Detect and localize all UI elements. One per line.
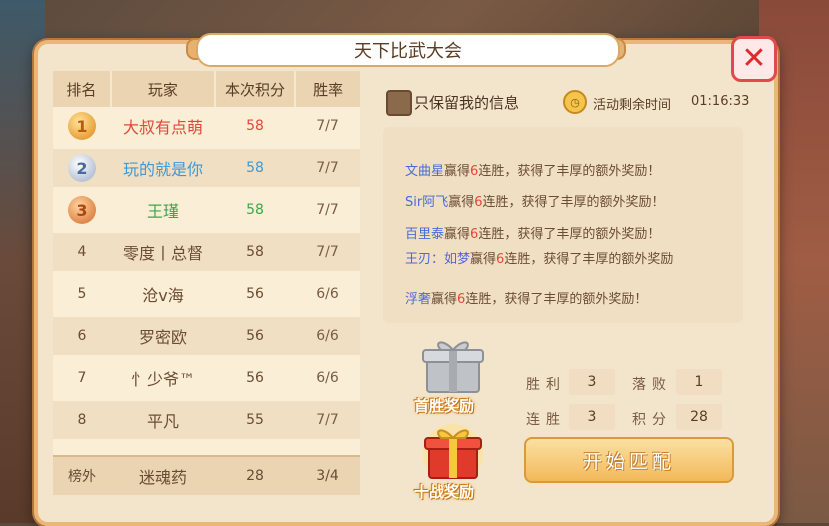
my-name: 迷魂药 (138, 468, 187, 487)
player-winrate: 6/6 (316, 370, 339, 386)
start-match-button[interactable]: 开始匹配 (524, 437, 734, 483)
my-rank: 榜外 (68, 469, 96, 485)
header-score: 本次积分 (216, 71, 297, 107)
broadcast-feed[interactable]: 文曲星赢得6连胜，获得了丰厚的额外奖励！ Sir阿飞赢得6连胜，获得了丰厚的额外… (383, 127, 743, 323)
clock-icon: ◷ (563, 90, 587, 114)
table-row[interactable]: 3 王瑾 58 7/7 (53, 191, 360, 229)
player-score: 58 (246, 202, 264, 218)
rank-medal-gold: 1 (68, 112, 96, 140)
header-player: 玩家 (112, 71, 216, 107)
player-winrate: 7/7 (316, 160, 339, 176)
win-value: 3 (569, 369, 615, 395)
player-winrate: 7/7 (316, 244, 339, 260)
first-win-reward-label[interactable]: 首胜奖励 (414, 395, 474, 416)
player-score: 56 (246, 370, 264, 386)
player-rank: 4 (77, 244, 87, 260)
player-name: 零度丨总督 (122, 244, 203, 263)
player-score: 56 (246, 286, 264, 302)
points-label: 积分 (632, 412, 672, 428)
player-winrate: 7/7 (316, 118, 339, 134)
player-name: 玩的就是你 (122, 160, 203, 179)
player-score: 58 (246, 118, 264, 134)
player-winrate: 7/7 (316, 412, 339, 428)
player-rank: 7 (77, 370, 87, 386)
table-row[interactable]: 6 罗密欧 56 6/6 (53, 317, 360, 355)
points-value: 28 (676, 404, 722, 430)
player-winrate: 6/6 (316, 286, 339, 302)
player-score: 58 (246, 244, 264, 260)
table-row[interactable]: 7 忄少爷™ 56 6/6 (53, 359, 360, 397)
rank-medal-silver: 2 (68, 154, 96, 182)
player-name: 王瑾 (146, 202, 179, 221)
header-rank: 排名 (53, 71, 112, 107)
ten-battle-gift-icon[interactable] (421, 424, 485, 480)
close-icon: ✕ (741, 41, 767, 76)
table-row[interactable]: 2 玩的就是你 58 7/7 (53, 149, 360, 187)
player-score: 55 (246, 412, 264, 428)
my-score: 28 (246, 468, 264, 484)
player-score: 58 (246, 160, 264, 176)
table-row[interactable]: 4 零度丨总督 58 7/7 (53, 233, 360, 271)
player-rank: 6 (77, 328, 87, 344)
my-winrate: 3/4 (316, 468, 339, 484)
ranking-table[interactable]: 排名 玩家 本次积分 胜率 1 大叔有点萌 58 7/7 2 玩的就是你 58 … (53, 71, 360, 495)
player-rank: 5 (77, 286, 87, 302)
rank-medal-bronze: 3 (68, 196, 96, 224)
list-item: 王刃：如梦赢得6连胜，获得了丰厚的额外奖励 (405, 252, 674, 267)
page-title: 天下比武大会 (196, 33, 620, 67)
player-rank: 8 (77, 412, 87, 428)
list-item: 浮奢赢得6连胜，获得了丰厚的额外奖励！ (405, 292, 648, 307)
ranking-header: 排名 玩家 本次积分 胜率 (53, 71, 360, 107)
header-winrate: 胜率 (313, 80, 344, 99)
list-item: Sir阿飞赢得6连胜，获得了丰厚的额外奖励！ (405, 195, 665, 210)
win-label: 胜利 (526, 377, 566, 393)
close-button[interactable]: ✕ (731, 36, 777, 82)
list-item: 百里泰赢得6连胜，获得了丰厚的额外奖励！ (405, 227, 661, 242)
player-name: 大叔有点萌 (122, 118, 203, 137)
table-row[interactable]: 5 沧v海 56 6/6 (53, 275, 360, 313)
table-row[interactable]: 8 平凡 55 7/7 (53, 401, 360, 439)
timer-label: 活动剩余时间 (593, 98, 672, 113)
my-rank-row: 榜外 迷魂药 28 3/4 (53, 455, 360, 495)
only-my-info-label[interactable]: 只保留我的信息 (414, 92, 519, 113)
player-score: 56 (246, 328, 264, 344)
player-winrate: 6/6 (316, 328, 339, 344)
list-item: 文曲星赢得6连胜，获得了丰厚的额外奖励！ (405, 164, 661, 179)
table-row[interactable]: 1 大叔有点萌 58 7/7 (53, 107, 360, 145)
first-win-gift-icon[interactable] (421, 338, 485, 394)
player-name: 平凡 (146, 412, 179, 431)
player-name: 沧v海 (142, 286, 184, 305)
timer-value: 01:16:33 (691, 94, 750, 109)
ten-battle-reward-label[interactable]: 十战奖励 (414, 481, 474, 502)
lose-label: 落败 (632, 377, 672, 393)
player-name: 忄少爷™ (130, 370, 195, 389)
streak-label: 连胜 (526, 412, 566, 428)
player-winrate: 7/7 (316, 202, 339, 218)
lose-value: 1 (676, 369, 722, 395)
streak-value: 3 (569, 404, 615, 430)
player-name: 罗密欧 (138, 328, 187, 347)
only-my-info-checkbox[interactable] (386, 90, 412, 116)
